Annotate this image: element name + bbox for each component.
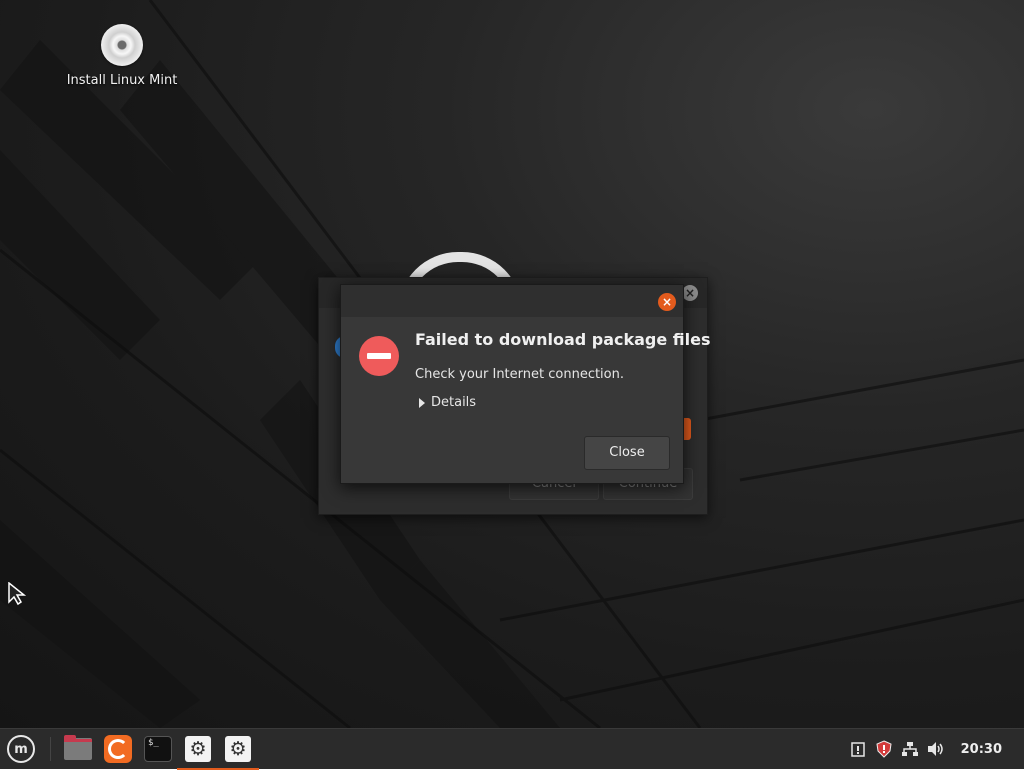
error-dialog: × Failed to download package files Check… <box>340 284 711 484</box>
error-icon <box>359 336 399 376</box>
desktop: Install Linux Mint × d Cancel Continue ×… <box>0 0 1024 728</box>
terminal-icon: $_ <box>144 736 172 762</box>
error-title: Failed to download package files <box>415 330 711 349</box>
firefox-icon <box>104 735 132 763</box>
details-expander[interactable]: Details <box>419 395 476 410</box>
expander-arrow-icon <box>419 397 425 408</box>
settings-window-1[interactable]: ⚙ <box>177 732 219 770</box>
terminal-launcher[interactable]: $_ <box>141 732 175 766</box>
settings-window-2[interactable]: ⚙ <box>217 732 259 770</box>
system-tray: 20:30 <box>847 729 1024 769</box>
error-dialog-close-icon[interactable]: × <box>658 293 676 311</box>
close-button[interactable]: Close <box>584 436 670 470</box>
mouse-cursor-icon <box>8 582 27 606</box>
error-dialog-titlebar[interactable]: × <box>341 285 683 317</box>
disc-icon <box>101 24 143 66</box>
volume-icon[interactable] <box>925 738 947 760</box>
taskbar-separator <box>50 737 51 761</box>
linux-mint-menu-button[interactable]: m <box>4 732 38 766</box>
gear-icon: ⚙ <box>185 736 211 762</box>
update-manager-icon[interactable] <box>847 738 869 760</box>
taskbar: m $_ ⚙ ⚙ 20:30 <box>0 728 1024 770</box>
gear-icon: ⚙ <box>225 736 251 762</box>
firefox-launcher[interactable] <box>101 732 135 766</box>
network-icon[interactable] <box>899 738 921 760</box>
desktop-icon-label: Install Linux Mint <box>66 73 178 88</box>
linux-mint-menu-icon: m <box>7 735 35 763</box>
error-message: Check your Internet connection. <box>415 367 624 382</box>
details-label: Details <box>431 395 477 410</box>
shield-icon[interactable] <box>873 738 895 760</box>
desktop-icon-install-linux-mint[interactable]: Install Linux Mint <box>60 24 184 88</box>
background-dialog-close-button[interactable]: × <box>682 285 698 301</box>
clock[interactable]: 20:30 <box>961 742 1002 757</box>
folder-icon <box>64 735 92 760</box>
files-launcher[interactable] <box>61 732 95 766</box>
